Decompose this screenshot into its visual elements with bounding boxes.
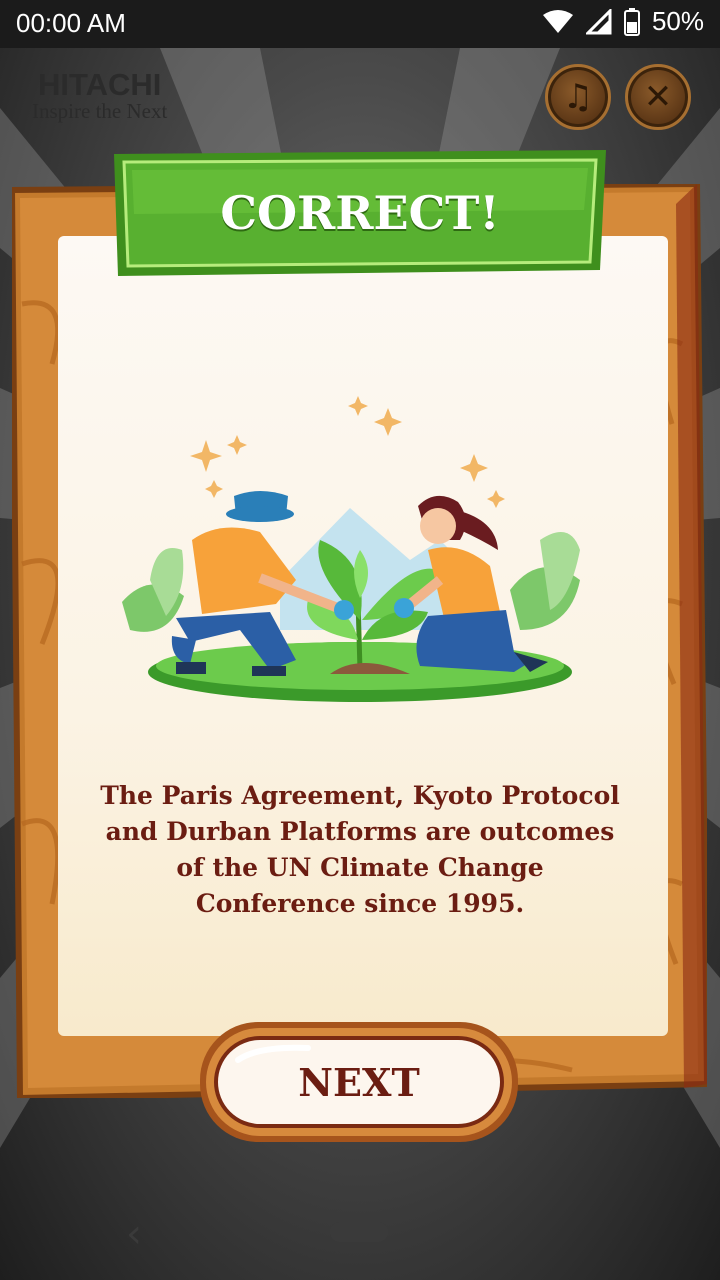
music-note-icon: ♫ <box>562 77 594 117</box>
navigation-bar: ‹ <box>0 1190 720 1280</box>
next-button-label: NEXT <box>298 1059 420 1105</box>
close-button[interactable]: ✕ <box>625 64 691 130</box>
gardening-illustration <box>122 396 580 702</box>
next-button[interactable]: NEXT <box>198 1020 520 1144</box>
close-icon: ✕ <box>643 77 673 117</box>
battery-percent: 50% <box>651 6 704 36</box>
sparkle-icon <box>190 396 505 508</box>
logo-brand: HITACHI <box>37 67 162 102</box>
back-icon[interactable]: ‹ <box>126 1214 142 1254</box>
wifi-icon <box>542 9 573 33</box>
status-time: 00:00 AM <box>16 8 126 38</box>
dialog-title: CORRECT! <box>220 186 500 240</box>
title-banner: CORRECT! <box>112 150 608 276</box>
dialog-message: The Paris Agreement, Kyoto Protocol and … <box>100 781 620 918</box>
logo-tagline: Inspire the Next <box>32 99 168 123</box>
signal-icon <box>585 8 612 34</box>
home-pill-icon[interactable] <box>330 1222 388 1242</box>
status-icons: 50% <box>542 6 704 37</box>
hitachi-logo: HITACHI Inspire the Next <box>32 67 168 123</box>
music-toggle-button[interactable]: ♫ <box>545 64 611 130</box>
status-bar: 00:00 AM 50% <box>0 0 720 48</box>
battery-icon <box>623 7 640 36</box>
